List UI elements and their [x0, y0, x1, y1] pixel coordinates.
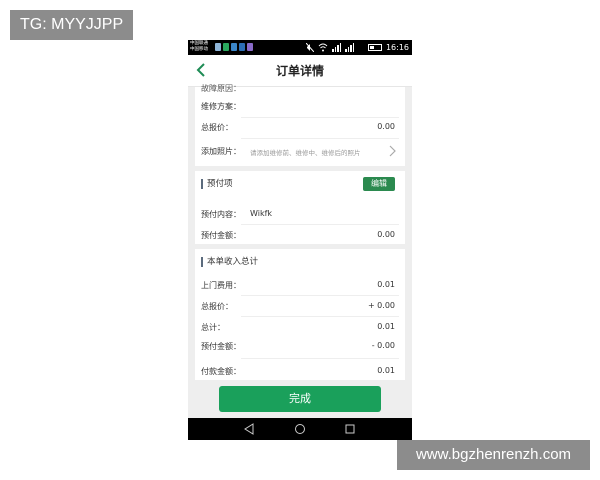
phone-screen: 中国联通 中国移动 16:16 订单详情 故障原因： 维修方案： 总报价： 0.… [188, 40, 412, 440]
payment-amount-value: 0.01 [377, 366, 395, 375]
done-button[interactable]: 完成 [219, 386, 381, 412]
app-notification-icon [239, 43, 245, 51]
prepaid-card: 预付项 编辑 预付内容： Wikfk 预付金额： 0.00 [195, 171, 405, 244]
chevron-right-icon[interactable] [387, 145, 397, 157]
signal-icon [332, 43, 341, 52]
signal-icon [345, 43, 354, 52]
status-icons [306, 42, 354, 52]
total-quote-label: 总报价： [201, 302, 233, 311]
carrier-line-2: 中国移动 [190, 47, 208, 52]
nav-recents-icon[interactable] [344, 423, 356, 435]
visit-fee-label: 上门费用： [201, 281, 241, 290]
visit-fee-value: 0.01 [377, 280, 395, 289]
app-notification-icon [231, 43, 237, 51]
quote-label: 总报价： [201, 123, 233, 132]
total-label: 总计： [201, 323, 225, 332]
cause-label: 故障原因： [201, 84, 241, 93]
income-summary-card: 本单收入总计 上门费用： 0.01 总报价： + 0.00 总计： 0.01 预… [195, 249, 405, 380]
page-title: 订单详情 [275, 64, 324, 78]
system-nav-bar [188, 418, 412, 440]
plan-label: 维修方案： [201, 102, 241, 111]
watermark-bottom: www.bgzhenrenzh.com [397, 440, 590, 470]
nav-back-icon[interactable] [243, 423, 255, 435]
prepaid-amount-label: 预付金额： [201, 231, 241, 240]
wifi-icon [318, 43, 328, 52]
divider [241, 358, 399, 359]
app-notification-icon [215, 43, 221, 51]
carrier-info: 中国联通 中国移动 [190, 41, 208, 53]
total-quote-value: + 0.00 [367, 301, 395, 310]
prepaid-deduction-value: - 0.00 [371, 341, 395, 350]
income-section-title: 本单收入总计 [201, 257, 258, 267]
status-time: 16:16 [385, 43, 409, 52]
divider [241, 117, 399, 118]
mute-icon [306, 43, 314, 52]
divider [241, 138, 399, 139]
notification-icons [215, 43, 253, 51]
divider [241, 316, 399, 317]
add-photo-hint[interactable]: 请添加维修前、维修中、维修后的照片 [250, 147, 361, 157]
divider [241, 224, 399, 225]
prepaid-content-label: 预付内容： [201, 210, 241, 219]
payment-amount-label: 付款金额： [201, 367, 241, 376]
divider [241, 295, 399, 296]
prepaid-section-title: 预付项 [201, 179, 233, 189]
quote-value: 0.00 [377, 122, 395, 131]
prepaid-amount-value: 0.00 [377, 230, 395, 239]
watermark-top: TG: MYYJJPP [10, 10, 134, 40]
edit-button[interactable]: 编辑 [363, 177, 395, 191]
app-notification-icon [247, 43, 253, 51]
repair-card: 故障原因： 维修方案： 总报价： 0.00 添加照片： 请添加维修前、维修中、维… [195, 84, 405, 166]
app-notification-icon [223, 43, 229, 51]
nav-home-icon[interactable] [294, 423, 306, 435]
prepaid-deduction-label: 预付金额： [201, 342, 241, 351]
status-bar: 中国联通 中国移动 16:16 [188, 40, 412, 55]
prepaid-content-value: Wikfk [250, 209, 273, 218]
total-value: 0.01 [377, 322, 395, 331]
battery-icon [368, 44, 382, 51]
add-photo-label: 添加照片： [201, 147, 241, 156]
